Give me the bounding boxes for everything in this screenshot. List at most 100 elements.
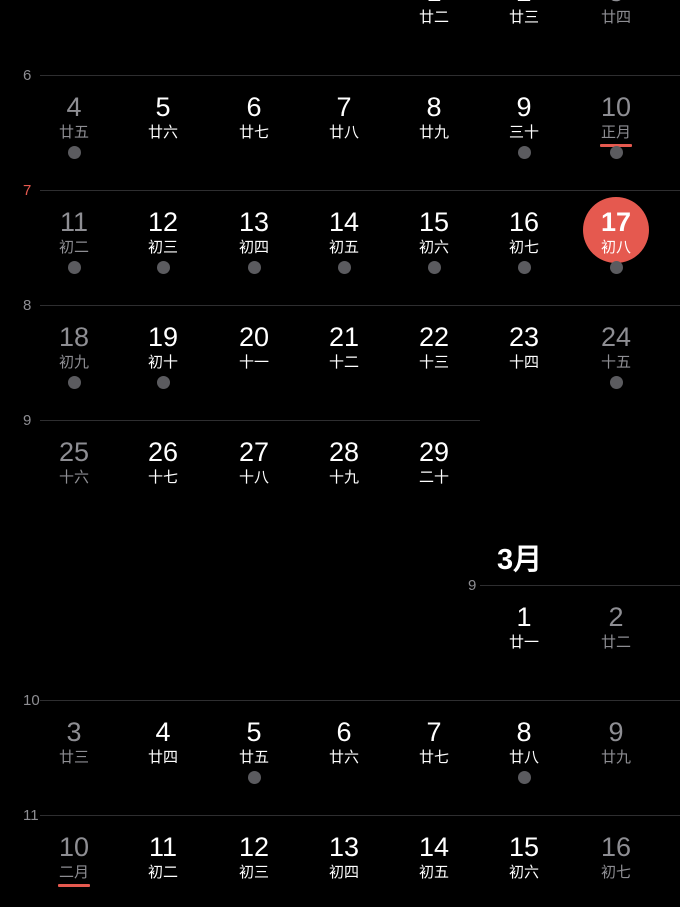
- day-cell[interactable]: 7 廿八: [304, 92, 384, 141]
- day-cell[interactable]: 13 初四: [214, 207, 294, 256]
- day-number: 28: [328, 437, 360, 467]
- day-cell[interactable]: 1 廿一: [484, 602, 564, 651]
- lunar-date: 初十: [147, 353, 178, 371]
- lunar-date: 十二: [328, 353, 359, 371]
- event-dot: [609, 261, 623, 274]
- day-cell[interactable]: 13 初四: [304, 832, 384, 881]
- event-dot: [609, 146, 623, 159]
- day-cell[interactable]: 6 廿七: [214, 92, 294, 141]
- day-number: 22: [418, 322, 450, 352]
- day-cell[interactable]: 24 十五: [576, 322, 656, 371]
- day-cell[interactable]: 3廿四: [576, 0, 656, 26]
- day-cell[interactable]: 9 三十: [484, 92, 564, 141]
- day-cell[interactable]: 28 十九: [304, 437, 384, 486]
- lunar-date: 廿四: [147, 748, 178, 766]
- day-cell[interactable]: 21 十二: [304, 322, 384, 371]
- day-cell[interactable]: 15 初六: [484, 832, 564, 881]
- lunar-date: 廿六: [328, 748, 359, 766]
- day-cell[interactable]: 7 廿七: [394, 717, 474, 766]
- day-cell[interactable]: 10 二月: [34, 832, 114, 887]
- day-cell[interactable]: 11 初二: [34, 207, 114, 256]
- day-number: 23: [508, 322, 540, 352]
- day-number: 3: [576, 0, 656, 7]
- lunar-date: 初五: [418, 863, 449, 881]
- day-cell[interactable]: 12 初三: [123, 207, 203, 256]
- lunar-date: 廿九: [418, 123, 449, 141]
- day-number: 6: [246, 92, 262, 122]
- event-dot: [517, 261, 531, 274]
- lunar-date: 廿一: [508, 633, 539, 651]
- lunar-month-start-underline: [58, 884, 90, 887]
- lunar-date: 初二: [58, 238, 89, 256]
- day-number: 12: [147, 207, 179, 237]
- lunar-date: 廿九: [600, 748, 631, 766]
- day-cell[interactable]: 14 初五: [394, 832, 474, 881]
- event-dot: [517, 146, 531, 159]
- week-divider: [40, 700, 680, 701]
- day-cell[interactable]: 25 十六: [34, 437, 114, 486]
- day-cell[interactable]: 20 十一: [214, 322, 294, 371]
- week-divider: [40, 190, 680, 191]
- day-cell[interactable]: 2 廿二: [576, 602, 656, 651]
- lunar-date: 廿六: [147, 123, 178, 141]
- day-cell[interactable]: 4 廿五: [34, 92, 114, 141]
- day-cell[interactable]: 16 初七: [576, 832, 656, 881]
- day-cell[interactable]: 8 廿九: [394, 92, 474, 141]
- lunar-date: 十九: [328, 468, 359, 486]
- day-cell[interactable]: 1廿二: [394, 0, 474, 26]
- day-cell[interactable]: 12 初三: [214, 832, 294, 881]
- day-number: 29: [418, 437, 450, 467]
- day-cell[interactable]: 17 初八: [576, 207, 656, 256]
- lunar-date: 初二: [147, 863, 178, 881]
- day-cell[interactable]: 3 廿三: [34, 717, 114, 766]
- day-number: 9: [608, 717, 624, 747]
- lunar-date: 廿八: [328, 123, 359, 141]
- day-number: 2: [608, 602, 624, 632]
- event-dot: [247, 261, 261, 274]
- day-number: 25: [58, 437, 90, 467]
- event-dot: [67, 146, 81, 159]
- day-number: 10: [58, 832, 90, 862]
- month-title-march: 3月: [497, 544, 543, 576]
- day-cell[interactable]: 23 十四: [484, 322, 564, 371]
- day-cell[interactable]: 6 廿六: [304, 717, 384, 766]
- day-number: 24: [600, 322, 632, 352]
- lunar-date: 初七: [508, 238, 539, 256]
- day-number: 21: [328, 322, 360, 352]
- day-cell[interactable]: 16 初七: [484, 207, 564, 256]
- day-cell[interactable]: 10 正月: [576, 92, 656, 147]
- day-number: 11: [148, 832, 178, 862]
- lunar-date: 初六: [508, 863, 539, 881]
- day-cell[interactable]: 29 二十: [394, 437, 474, 486]
- day-cell[interactable]: 26 十七: [123, 437, 203, 486]
- event-dot: [67, 261, 81, 274]
- lunar-date: 十三: [418, 353, 449, 371]
- day-cell[interactable]: 14 初五: [304, 207, 384, 256]
- day-cell[interactable]: 2廿三: [484, 0, 564, 26]
- day-cell[interactable]: 27 十八: [214, 437, 294, 486]
- day-cell[interactable]: 4 廿四: [123, 717, 203, 766]
- event-dot: [517, 771, 531, 784]
- event-dot: [156, 261, 170, 274]
- day-cell[interactable]: 15 初六: [394, 207, 474, 256]
- event-dot: [337, 261, 351, 274]
- day-cell[interactable]: 19 初十: [123, 322, 203, 371]
- day-cell[interactable]: 18 初九: [34, 322, 114, 371]
- day-cell[interactable]: 22 十三: [394, 322, 474, 371]
- day-cell[interactable]: 11 初二: [123, 832, 203, 881]
- day-number: 16: [600, 832, 632, 862]
- day-cell[interactable]: 5 廿六: [123, 92, 203, 141]
- lunar-date: 初四: [328, 863, 359, 881]
- day-cell[interactable]: 8 廿八: [484, 717, 564, 766]
- lunar-date: 初五: [328, 238, 359, 256]
- day-cell[interactable]: 5 廿五: [214, 717, 294, 766]
- lunar-date: 十七: [147, 468, 178, 486]
- lunar-date: 初六: [418, 238, 449, 256]
- lunar-date: 廿三: [508, 8, 539, 26]
- week-divider: [40, 75, 680, 76]
- day-cell[interactable]: 9 廿九: [576, 717, 656, 766]
- day-number: 19: [147, 322, 179, 352]
- lunar-date: 初三: [238, 863, 269, 881]
- lunar-date: 廿七: [238, 123, 269, 141]
- event-dot: [247, 771, 261, 784]
